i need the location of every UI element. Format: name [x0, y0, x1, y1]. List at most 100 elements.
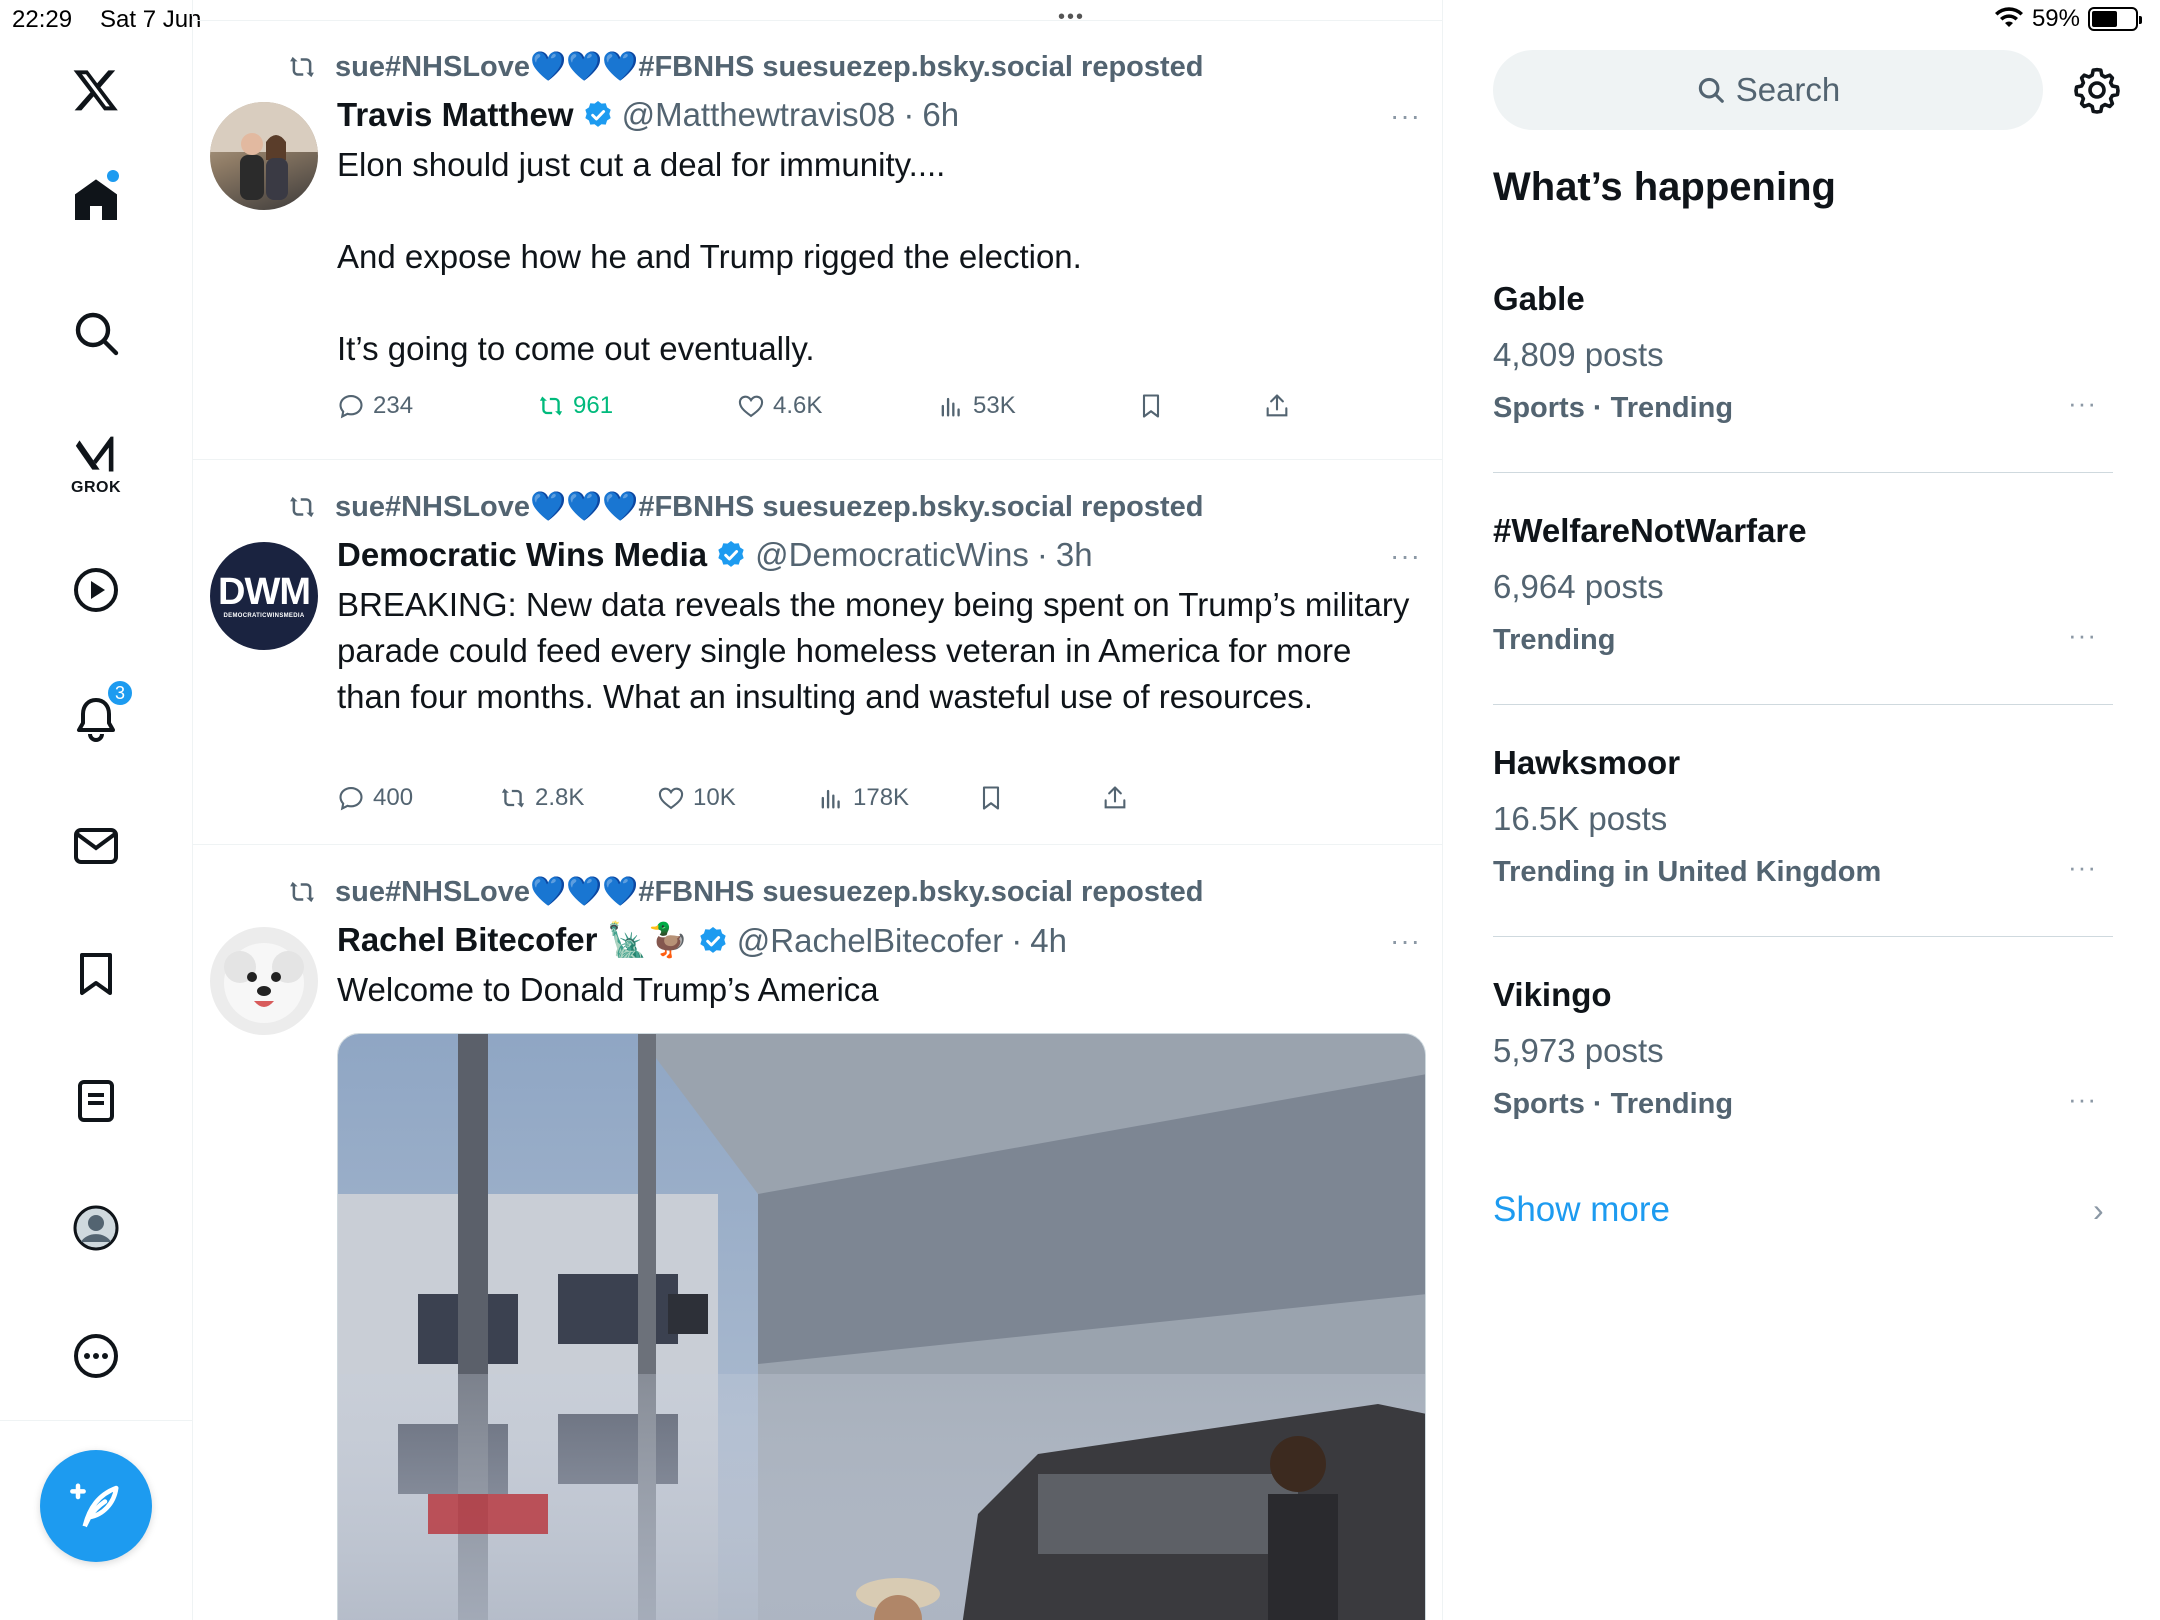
- x-logo-icon[interactable]: [60, 54, 132, 126]
- author-avatar[interactable]: DWM DEMOCRATICWINSMEDIA: [210, 542, 318, 650]
- grok-nav[interactable]: GROK: [60, 422, 132, 508]
- timeline-feed[interactable]: sue#NHSLove💙💙💙#FBNHS suesuezep.bsky.soci…: [193, 0, 1443, 1620]
- post-text: Welcome to Donald Trump’s America: [337, 971, 879, 1008]
- trend-more-button[interactable]: ···: [2068, 852, 2097, 883]
- like-count: 10K: [693, 784, 736, 811]
- trend-item[interactable]: Vikingo 5,973 posts Sports · Trending ··…: [1493, 976, 2113, 1121]
- search-placeholder: Search: [1735, 71, 1841, 108]
- like-button[interactable]: 4.6K: [737, 392, 822, 420]
- reply-button[interactable]: 400: [337, 784, 413, 812]
- repost-button[interactable]: 961: [537, 392, 613, 420]
- share-icon: [1104, 786, 1126, 809]
- video-nav[interactable]: [60, 554, 132, 626]
- like-button[interactable]: 10K: [657, 784, 736, 812]
- author-avatar[interactable]: [210, 102, 318, 210]
- bookmark-icon: [1142, 394, 1160, 418]
- repost-icon: [290, 881, 314, 903]
- bookmark-icon: [982, 786, 1000, 810]
- trend-divider: [1493, 936, 2113, 937]
- repost-count: 961: [573, 392, 614, 419]
- author-handle[interactable]: @Matthewtravis08: [622, 96, 896, 134]
- home-nav[interactable]: [60, 164, 132, 236]
- share-button[interactable]: [1263, 392, 1291, 420]
- post-media-video[interactable]: [337, 1033, 1426, 1620]
- trend-item[interactable]: Hawksmoor 16.5K posts Trending in United…: [1493, 744, 2113, 889]
- author-name[interactable]: Travis Matthew: [337, 96, 574, 134]
- repost-icon: [539, 396, 563, 416]
- trend-more-button[interactable]: ···: [2068, 620, 2097, 651]
- post-time[interactable]: 6h: [922, 96, 959, 134]
- search-icon: [1698, 77, 1724, 103]
- trend-count: 16.5K posts: [1493, 800, 1668, 837]
- repost-context: sue#NHSLove💙💙💙#FBNHS suesuezep.bsky.soci…: [285, 490, 1204, 524]
- post-card[interactable]: sue#NHSLove💙💙💙#FBNHS suesuezep.bsky.soci…: [193, 460, 1442, 845]
- trend-count: 6,964 posts: [1493, 568, 1664, 605]
- grok-label: GROK: [71, 479, 121, 496]
- trend-item[interactable]: Gable 4,809 posts Sports · Trending ···: [1493, 280, 2113, 425]
- post-time[interactable]: 3h: [1056, 536, 1093, 574]
- trend-topic: #WelfareNotWarfare: [1493, 512, 1807, 549]
- post-more-button[interactable]: ···: [1390, 540, 1421, 572]
- chevron-right-icon[interactable]: ›: [2093, 1192, 2104, 1229]
- profile-nav[interactable]: [60, 1192, 132, 1264]
- reply-button[interactable]: 234: [337, 392, 413, 420]
- home-unread-dot: [107, 170, 119, 182]
- repost-text: sue#NHSLove💙💙💙#FBNHS suesuezep.bsky.soci…: [335, 876, 1204, 908]
- time-separator: ·: [903, 96, 915, 133]
- trend-context: Trending: [1493, 624, 1616, 656]
- trend-context: Sports · Trending: [1493, 1088, 1734, 1120]
- search-nav[interactable]: [60, 297, 132, 369]
- bookmark-button[interactable]: [1137, 392, 1165, 420]
- views-button[interactable]: 178K: [817, 784, 909, 812]
- post-header: Democratic Wins Media @DemocraticWins · …: [337, 536, 1093, 574]
- notifications-nav[interactable]: 3: [60, 679, 134, 755]
- bookmarks-nav[interactable]: [60, 938, 132, 1010]
- author-avatar[interactable]: [210, 927, 318, 1035]
- lists-nav[interactable]: [60, 1065, 132, 1137]
- messages-nav[interactable]: [60, 810, 132, 882]
- trend-more-button[interactable]: ···: [2068, 388, 2097, 419]
- search-bar[interactable]: Search: [1493, 50, 2043, 130]
- time-separator: ·: [1036, 536, 1048, 573]
- author-handle[interactable]: @RachelBitecofer: [737, 922, 1003, 960]
- bookmark-button[interactable]: [977, 784, 1005, 812]
- post-card[interactable]: sue#NHSLove💙💙💙#FBNHS suesuezep.bsky.soci…: [193, 20, 1442, 460]
- heart-icon: [658, 787, 684, 810]
- trend-divider: [1493, 704, 2113, 705]
- trend-topic: Gable: [1493, 280, 1585, 317]
- more-circle-icon: [74, 1334, 118, 1378]
- repost-icon: [501, 788, 525, 808]
- view-count: 53K: [973, 392, 1016, 419]
- more-nav[interactable]: [60, 1320, 132, 1392]
- post-actions: 234 961 4.6K 53K: [337, 392, 1377, 428]
- post-card[interactable]: sue#NHSLove💙💙💙#FBNHS suesuezep.bsky.soci…: [193, 845, 1442, 1620]
- post-time[interactable]: 4h: [1030, 922, 1067, 960]
- trend-count: 5,973 posts: [1493, 1032, 1664, 1069]
- compose-button[interactable]: [40, 1450, 152, 1562]
- reply-icon: [339, 787, 363, 811]
- author-name[interactable]: Rachel Bitecofer 🗽🦆: [337, 921, 689, 960]
- author-name[interactable]: Democratic Wins Media: [337, 536, 707, 574]
- trend-context: Trending in United Kingdom: [1493, 856, 1882, 888]
- post-more-button[interactable]: ···: [1390, 100, 1421, 132]
- heart-icon: [738, 395, 764, 418]
- trend-more-button[interactable]: ···: [2068, 1084, 2097, 1115]
- share-button[interactable]: [1101, 784, 1129, 812]
- views-button[interactable]: 53K: [937, 392, 1016, 420]
- trend-topic: Hawksmoor: [1493, 744, 1681, 781]
- post-text: BREAKING: New data reveals the money bei…: [337, 586, 1419, 715]
- trend-topic: Vikingo: [1493, 976, 1612, 1013]
- bookmark-icon: [80, 953, 112, 995]
- trend-count: 4,809 posts: [1493, 336, 1664, 373]
- post-more-button[interactable]: ···: [1390, 925, 1421, 957]
- repost-text: sue#NHSLove💙💙💙#FBNHS suesuezep.bsky.soci…: [335, 51, 1204, 83]
- trend-divider: [1493, 472, 2113, 473]
- reply-count: 234: [373, 392, 414, 419]
- repost-icon: [290, 496, 314, 518]
- avatar-logo-text: DWM: [218, 571, 311, 613]
- show-more-link[interactable]: Show more: [1493, 1190, 1670, 1230]
- trend-item[interactable]: #WelfareNotWarfare 6,964 posts Trending …: [1493, 512, 2113, 657]
- settings-gear-icon[interactable]: [2073, 66, 2121, 114]
- author-handle[interactable]: @DemocraticWins: [755, 536, 1029, 574]
- repost-button[interactable]: 2.8K: [499, 784, 584, 812]
